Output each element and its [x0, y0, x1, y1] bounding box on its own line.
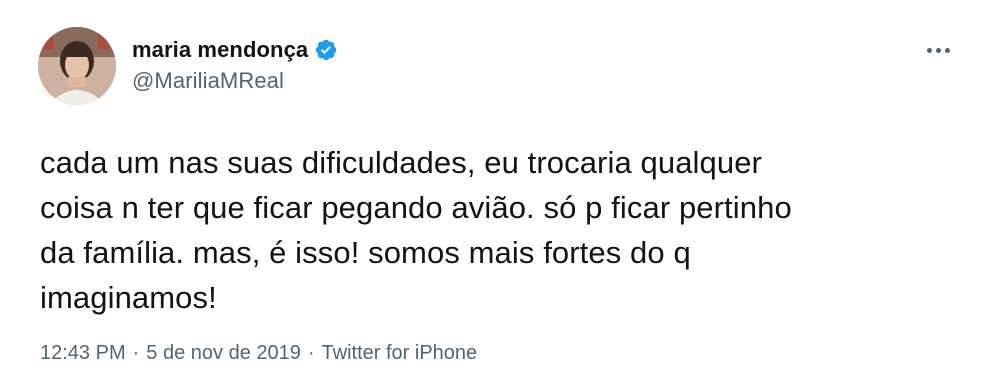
display-name[interactable]: maria mendonça: [132, 37, 308, 63]
author-name-row: maria mendonça: [132, 36, 338, 64]
more-options-icon-dot: [935, 47, 941, 53]
more-options-button[interactable]: [916, 36, 960, 64]
tweet-time[interactable]: 12:43 PM: [40, 342, 126, 365]
tweet-card: maria mendonça @MariliaMReal cada um nas…: [0, 0, 984, 386]
tweet-text: cada um nas suas dificuldades, eu trocar…: [40, 145, 792, 315]
tweet-date[interactable]: 5 de nov de 2019: [146, 342, 301, 365]
user-handle[interactable]: @MariliaMReal: [132, 68, 338, 94]
avatar[interactable]: [38, 27, 116, 105]
verified-badge-icon: [314, 38, 338, 62]
avatar-image: [38, 27, 116, 105]
tweet-metadata: 12:43 PM · 5 de nov de 2019 · Twitter fo…: [40, 342, 477, 365]
tweet-author: maria mendonça @MariliaMReal: [132, 36, 338, 94]
more-options-icon: [926, 47, 932, 53]
more-options-icon-dot: [944, 47, 950, 53]
meta-separator: ·: [132, 342, 140, 364]
meta-separator: ·: [307, 342, 315, 364]
tweet-source[interactable]: Twitter for iPhone: [322, 342, 478, 365]
